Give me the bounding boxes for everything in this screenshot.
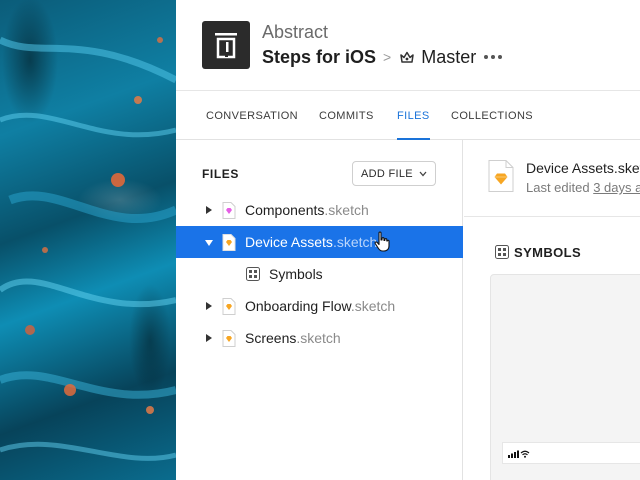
file-row-onboarding-flow[interactable]: Onboarding Flow.sketch (176, 290, 463, 322)
files-heading: FILES (202, 167, 240, 181)
organization-name[interactable]: Abstract (262, 22, 328, 43)
file-row-screens[interactable]: Screens.sketch (176, 322, 463, 354)
app-panel: Abstract Steps for iOS > Master CONVERSA… (176, 0, 640, 480)
last-edited: Last edited 3 days ago (526, 180, 640, 195)
file-row-components[interactable]: Components.sketch (176, 194, 463, 226)
breadcrumb: Steps for iOS > Master (262, 46, 503, 68)
symbols-section-icon (495, 245, 509, 259)
symbols-label: Symbols (269, 266, 323, 282)
child-row-symbols[interactable]: Symbols (176, 258, 463, 290)
sketch-file-icon (222, 330, 236, 347)
files-sidebar: FILES ADD FILE Components.sketch Device … (176, 140, 463, 480)
file-label: Components.sketch (245, 202, 369, 218)
project-header: Abstract Steps for iOS > Master (176, 0, 640, 90)
breadcrumb-separator: > (383, 49, 392, 65)
hand-cursor-icon (374, 231, 390, 252)
abstract-logo-icon (215, 33, 237, 59)
background-photo (0, 0, 176, 480)
sketch-file-icon (222, 298, 236, 315)
sketch-file-icon (222, 202, 236, 219)
symbols-section-title: SYMBOLS (514, 245, 582, 260)
master-branch-icon (400, 51, 414, 63)
file-row-device-assets[interactable]: Device Assets.sketch (176, 226, 463, 258)
project-tabs: CONVERSATION COMMITS FILES COLLECTIONS (176, 90, 640, 140)
add-file-label: ADD FILE (361, 167, 413, 180)
abstract-logo[interactable] (202, 21, 250, 69)
add-file-button[interactable]: ADD FILE (352, 161, 436, 186)
file-label: Device Assets.sketch (245, 234, 378, 250)
tab-files[interactable]: FILES (397, 91, 430, 140)
file-detail-header: Device Assets.sketch Last edited 3 days … (464, 140, 640, 217)
file-label: Onboarding Flow.sketch (245, 298, 396, 314)
tab-conversation[interactable]: CONVERSATION (206, 91, 298, 139)
file-detail-panel: Device Assets.sketch Last edited 3 days … (464, 140, 640, 480)
project-name[interactable]: Steps for iOS (262, 47, 376, 68)
file-title: Device Assets.sketch (526, 160, 640, 176)
file-label: Screens.sketch (245, 330, 341, 346)
last-edited-link[interactable]: 3 days ago (593, 180, 640, 195)
chevron-down-icon (419, 171, 427, 176)
sketch-file-icon (222, 234, 236, 251)
expand-arrow-icon[interactable] (206, 302, 212, 310)
tab-collections[interactable]: COLLECTIONS (451, 91, 533, 139)
tab-commits[interactable]: COMMITS (319, 91, 374, 139)
more-options-icon[interactable] (484, 55, 503, 59)
status-bar-symbol (502, 442, 640, 464)
collapse-arrow-icon[interactable] (205, 240, 213, 246)
symbols-icon (246, 267, 260, 281)
signal-wifi-icon (508, 450, 530, 458)
expand-arrow-icon[interactable] (206, 206, 212, 214)
branch-name[interactable]: Master (421, 47, 476, 68)
expand-arrow-icon[interactable] (206, 334, 212, 342)
sketch-file-icon (488, 160, 514, 192)
